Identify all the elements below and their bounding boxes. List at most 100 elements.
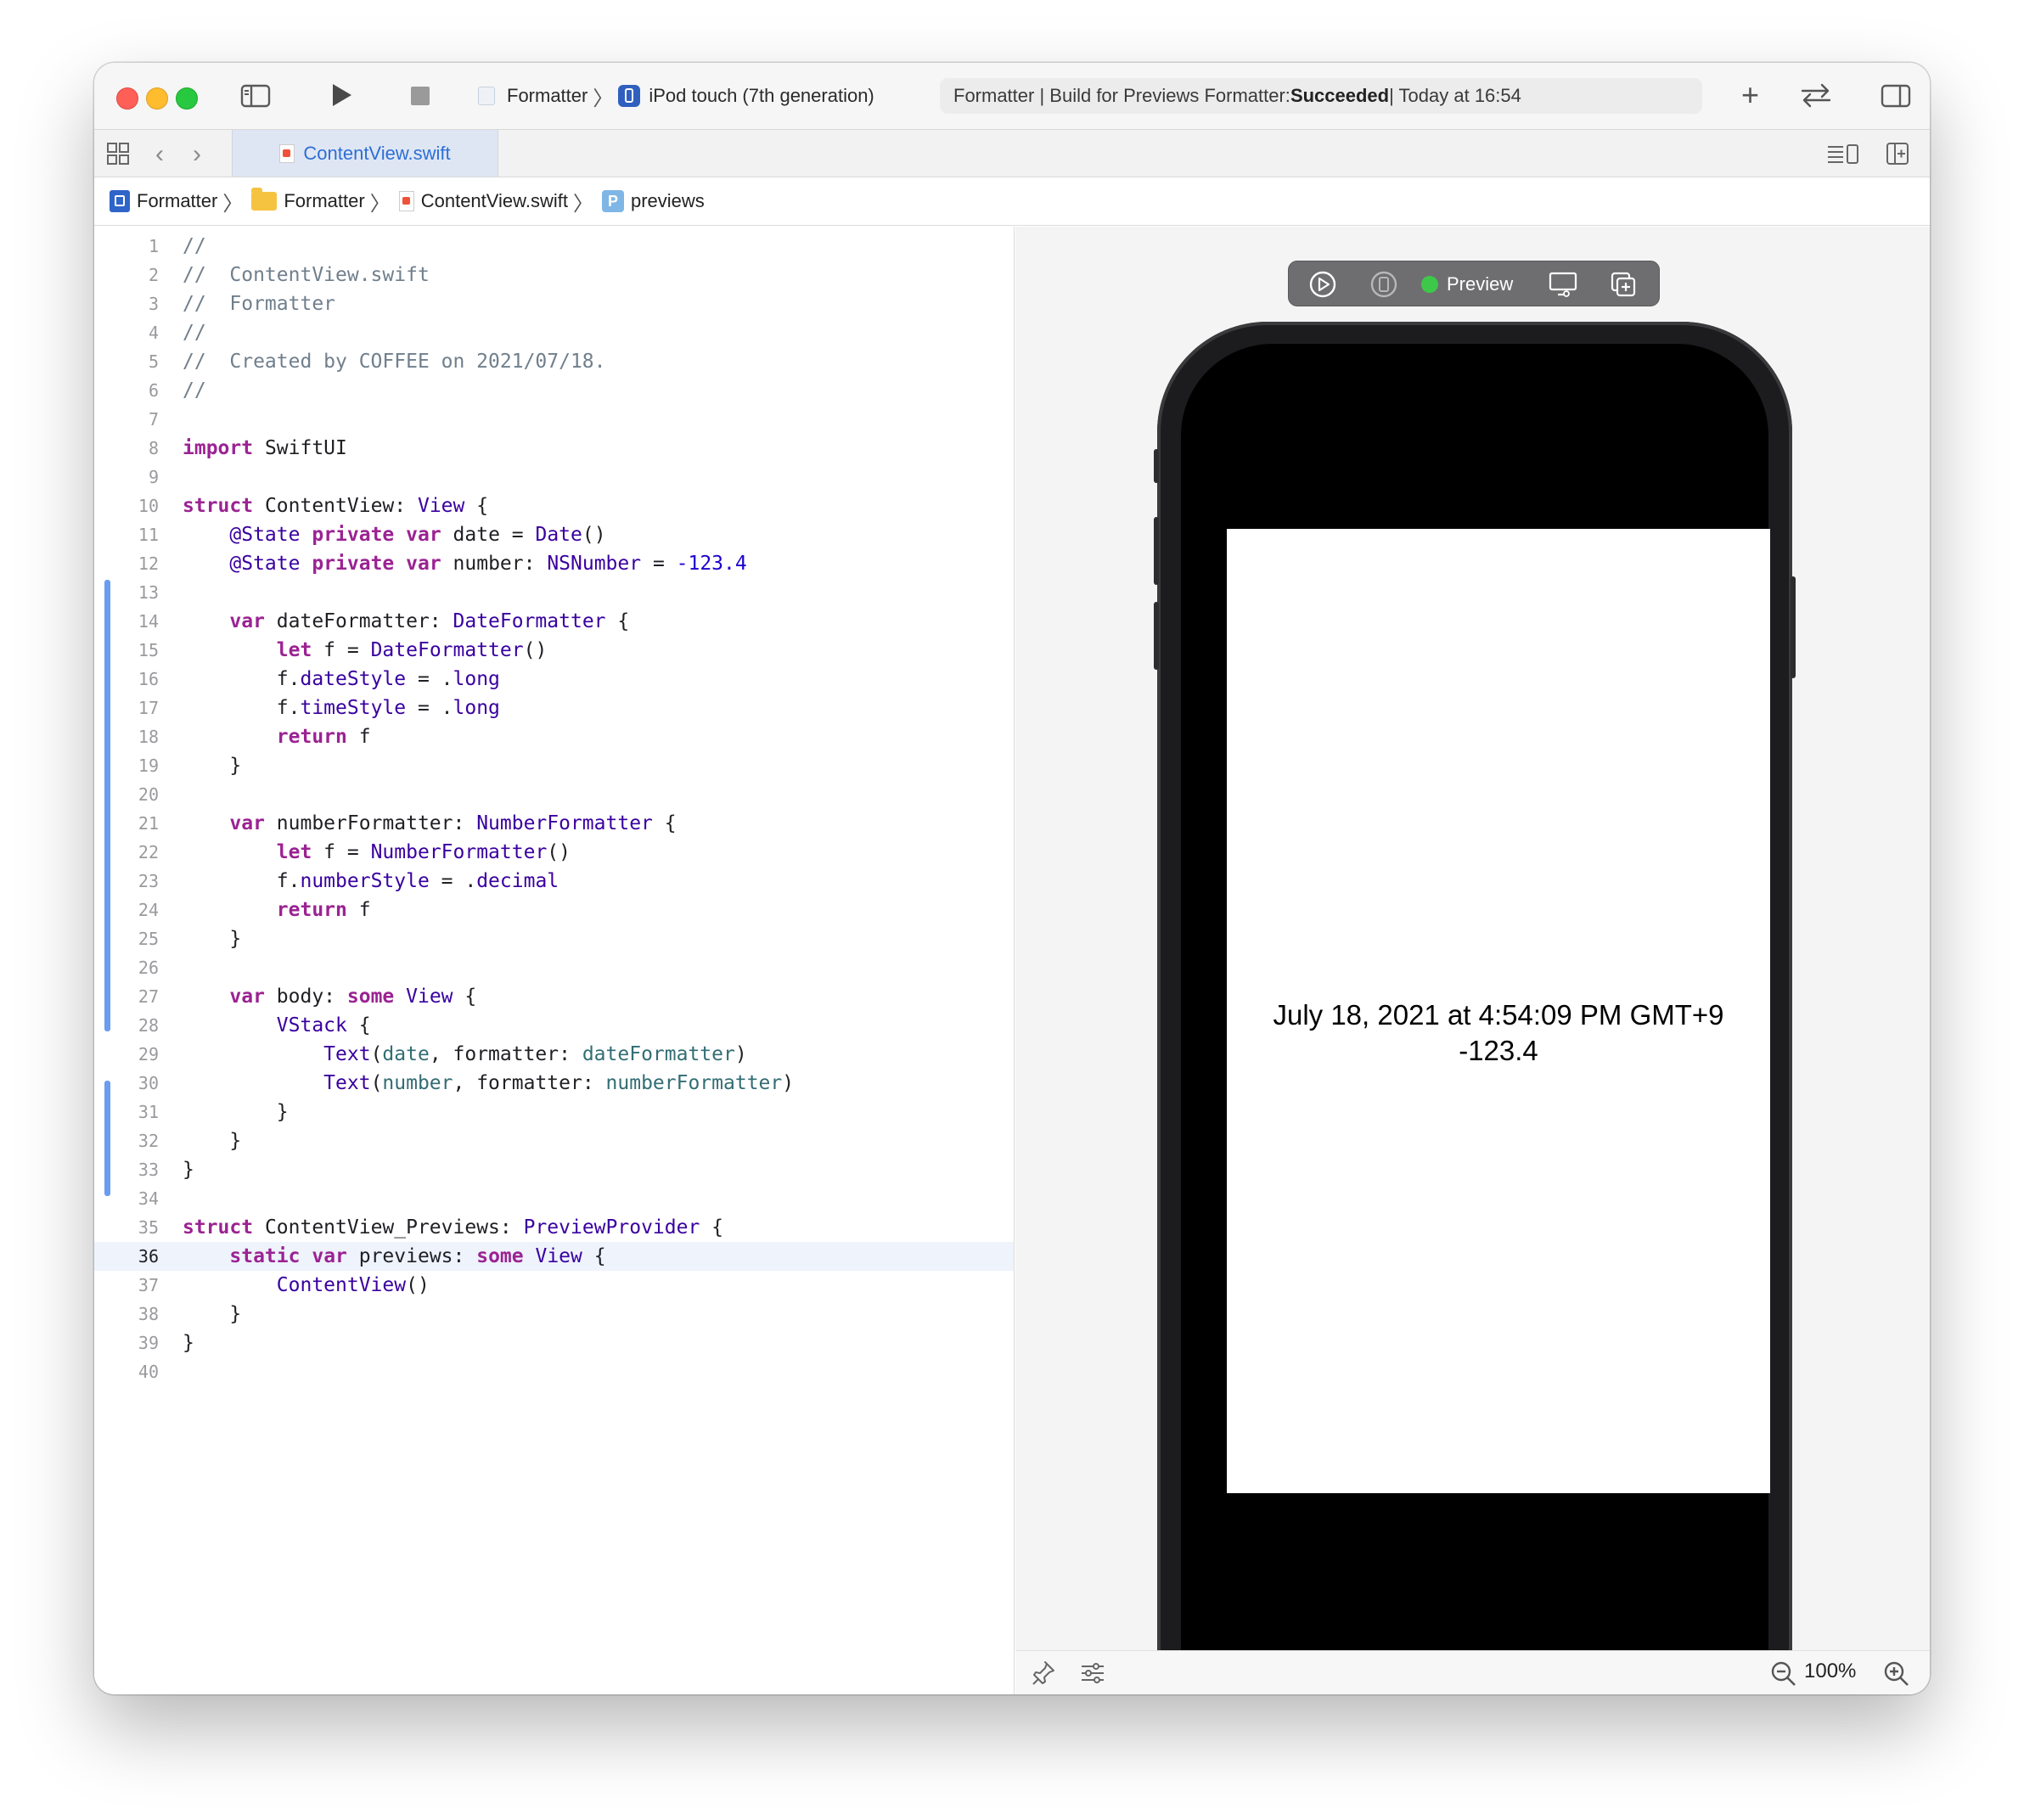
code-line[interactable]: 3 // Formatter [94,289,1014,318]
code-text: } [183,1101,289,1123]
code-line[interactable]: 9 [94,463,1014,492]
code-line[interactable]: 35 struct ContentView_Previews: PreviewPr… [94,1213,1014,1242]
tab-label: ContentView.swift [303,142,451,164]
duplicate-preview-icon[interactable] [1601,261,1645,307]
code-text: @State private var number: NSNumber = -1… [229,553,747,575]
editor-options-icon[interactable] [1826,142,1860,170]
breadcrumb-project[interactable]: Formatter [110,190,217,212]
jump-bar: Formatter 〉 Formatter 〉 ContentView.swif… [94,177,1930,226]
breadcrumb-label: previews [630,190,705,211]
code-line[interactable]: 31 } [94,1098,1014,1126]
code-line[interactable]: 13 [94,578,1014,607]
code-line[interactable]: 15 let f = DateFormatter() [94,636,1014,665]
code-line[interactable]: 28 VStack { [94,1011,1014,1040]
minimize-window-button[interactable] [146,87,168,110]
stop-icon[interactable] [410,86,430,110]
navigator-toggle-icon[interactable] [240,83,271,113]
scheme-selector[interactable]: Formatter 〉 iPod touch (7th generation) [478,81,874,110]
breadcrumb-file[interactable]: ContentView.swift [398,190,568,212]
code-line[interactable]: 34 [94,1184,1014,1213]
code-text: // Formatter [183,293,336,315]
folder-icon [251,188,278,211]
zoom-level[interactable]: 100% [1804,1660,1856,1683]
run-destination: iPod touch (7th generation) [649,85,874,106]
status-result: Succeeded [1290,85,1390,106]
code-line[interactable]: 23 f.numberStyle = .decimal [94,867,1014,896]
code-line[interactable]: 10 struct ContentView: View { [94,492,1014,520]
code-text: return f [276,899,371,921]
code-line[interactable]: 6 // [94,376,1014,405]
breadcrumb-symbol[interactable]: P previews [601,190,705,212]
code-line[interactable]: 40 [94,1357,1014,1386]
forward-icon[interactable]: › [193,140,201,169]
zoom-out-icon[interactable] [1770,1660,1797,1692]
live-preview-icon[interactable] [1301,261,1345,307]
code-review-icon[interactable] [1799,81,1833,113]
related-items-icon[interactable] [106,142,130,170]
zoom-in-icon[interactable] [1883,1660,1910,1692]
code-line[interactable]: 21 var numberFormatter: NumberFormatter … [94,809,1014,838]
preview-label-group[interactable]: Preview [1421,261,1526,307]
breadcrumb-folder[interactable]: Formatter [251,188,365,212]
tab-contentview-swift[interactable]: ContentView.swift [232,130,498,177]
device-side-button [1154,602,1159,670]
breadcrumb-label: ContentView.swift [420,190,568,211]
code-line[interactable]: 5 // Created by COFFEE on 2021/07/18. [94,347,1014,376]
code-line[interactable]: 12 @State private var number: NSNumber =… [94,549,1014,578]
code-line[interactable]: 22 let f = NumberFormatter() [94,838,1014,867]
source-editor[interactable]: 1 // 2 // ContentView.swift 3 // Formatter 4 //… [94,227,1015,1694]
code-line[interactable]: 20 [94,780,1014,809]
add-icon[interactable]: + [1741,80,1759,110]
code-line[interactable]: 24 return f [94,896,1014,924]
code-line[interactable]: 4 // [94,318,1014,347]
code-line[interactable]: 38 } [94,1300,1014,1328]
code-line[interactable]: 25 } [94,924,1014,953]
pin-icon[interactable] [1031,1660,1056,1691]
code-text: Text(number, formatter: numberFormatter) [323,1072,795,1094]
code-line[interactable]: 17 f.timeStyle = .long [94,694,1014,722]
code-line[interactable]: 36 static var previews: some View { [94,1242,1014,1271]
code-text: f.numberStyle = .decimal [183,870,559,892]
code-line[interactable]: 26 [94,953,1014,982]
code-line[interactable]: 16 f.dateStyle = .long [94,665,1014,694]
code-line[interactable]: 18 return f [94,722,1014,751]
change-indicator[interactable] [104,1081,110,1196]
code-line[interactable]: 32 } [94,1126,1014,1155]
back-icon[interactable]: ‹ [155,140,164,169]
code-line[interactable]: 7 [94,405,1014,434]
code-line[interactable]: 27 var body: some View { [94,982,1014,1011]
line-number: 9 [148,467,159,487]
breadcrumb-label: Formatter [284,190,365,211]
code-line[interactable]: 8 import SwiftUI [94,434,1014,463]
code-line[interactable]: 30 Text(number, formatter: numberFormatt… [94,1069,1014,1098]
code-text: } [183,928,242,950]
code-line[interactable]: 19 } [94,751,1014,780]
inspector-toggle-icon[interactable] [1881,83,1911,113]
code-line[interactable]: 29 Text(date, formatter: dateFormatter) [94,1040,1014,1069]
code-text: return f [276,726,371,748]
adjustments-icon[interactable] [1080,1661,1105,1689]
code-line[interactable]: 2 // ContentView.swift [94,261,1014,289]
device-side-button [1154,517,1159,585]
add-editor-icon[interactable] [1886,142,1909,170]
code-line[interactable]: 1 // [94,232,1014,261]
close-window-button[interactable] [116,87,138,110]
code-line[interactable]: 11 @State private var date = Date() [94,520,1014,549]
code-text: static var previews: some View { [229,1245,606,1267]
preview-toolbar: Preview [1288,261,1660,306]
line-number: 12 [138,553,159,574]
change-indicator[interactable] [104,580,110,1031]
preview-label: Preview [1447,273,1514,295]
zoom-window-button[interactable] [176,87,198,110]
code-line[interactable]: 39} [94,1328,1014,1357]
device-screen[interactable]: July 18, 2021 at 4:54:09 PM GMT+9 -123.4 [1227,529,1770,1493]
code-line[interactable]: 37 ContentView() [94,1271,1014,1300]
code-line[interactable]: 14 var dateFormatter: DateFormatter { [94,607,1014,636]
run-icon[interactable] [329,81,354,113]
line-number: 11 [138,525,159,545]
code-text: } [183,1130,242,1152]
device-settings-icon[interactable] [1542,261,1584,307]
code-line[interactable]: 33} [94,1155,1014,1184]
device-preview-icon[interactable] [1362,261,1406,307]
line-number: 35 [138,1217,159,1238]
